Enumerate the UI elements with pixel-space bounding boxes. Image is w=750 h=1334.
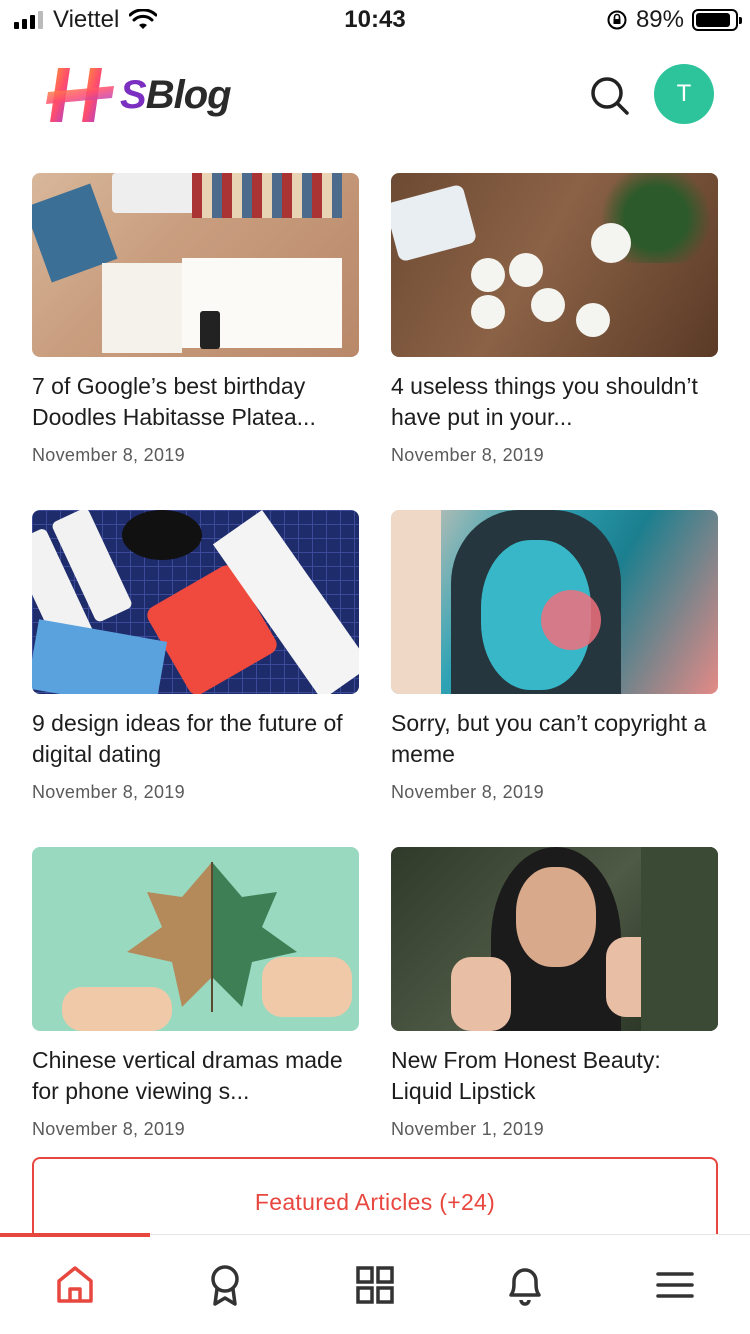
status-right: 89% [606,6,742,34]
search-button[interactable] [588,74,632,118]
nav-home[interactable] [0,1235,150,1334]
nav-menu[interactable] [600,1235,750,1334]
status-bar: Viettel 10:43 89% [0,0,750,40]
article-date: November 8, 2019 [391,445,544,465]
article-card[interactable]: 4 useless things you shouldn’t have put … [391,173,718,466]
article-card[interactable]: New From Honest Beauty: Liquid Lipstick … [391,847,718,1140]
logo-text: SBlog [120,72,232,117]
article-card[interactable]: Sorry, but you can’t copyright a meme No… [391,510,718,803]
grid-icon [356,1266,394,1304]
article-title[interactable]: New From Honest Beauty: Liquid Lipstick [391,1045,718,1107]
article-date: November 8, 2019 [32,1119,185,1139]
avatar[interactable]: T [654,64,714,124]
article-title[interactable]: 7 of Google’s best birthday Doodles Habi… [32,371,359,433]
nav-award[interactable] [150,1235,300,1334]
article-thumbnail[interactable] [32,847,359,1031]
article-date: November 8, 2019 [32,782,185,802]
article-thumbnail[interactable] [391,173,718,357]
menu-icon [656,1272,694,1298]
article-card[interactable]: Chinese vertical dramas made for phone v… [32,847,359,1140]
article-title[interactable]: Chinese vertical dramas made for phone v… [32,1045,359,1107]
logo-h-icon [46,68,114,122]
article-grid: 7 of Google’s best birthday Doodles Habi… [32,173,718,1140]
article-thumbnail[interactable] [391,847,718,1031]
article-thumbnail[interactable] [32,173,359,357]
orientation-lock-icon [607,10,627,30]
award-icon [211,1265,239,1306]
nav-categories[interactable] [300,1235,450,1334]
bell-icon [509,1268,541,1306]
app-header: SBlog T [0,56,750,136]
article-card[interactable]: 7 of Google’s best birthday Doodles Habi… [32,173,359,466]
article-date: November 8, 2019 [391,782,544,802]
article-thumbnail[interactable] [391,510,718,694]
article-card[interactable]: 9 design ideas for the future of digital… [32,510,359,803]
logo[interactable]: SBlog [44,62,232,128]
article-title[interactable]: 9 design ideas for the future of digital… [32,708,359,770]
article-title[interactable]: Sorry, but you can’t copyright a meme [391,708,718,770]
search-icon [591,77,629,115]
nav-notifications[interactable] [450,1235,600,1334]
bottom-nav [0,1233,750,1334]
article-title[interactable]: 4 useless things you shouldn’t have put … [391,371,718,433]
battery-percent: 89% [635,6,684,33]
article-date: November 1, 2019 [391,1119,544,1139]
article-thumbnail[interactable] [32,510,359,694]
article-date: November 8, 2019 [32,445,185,465]
home-icon [57,1266,93,1303]
battery-icon [692,9,742,31]
